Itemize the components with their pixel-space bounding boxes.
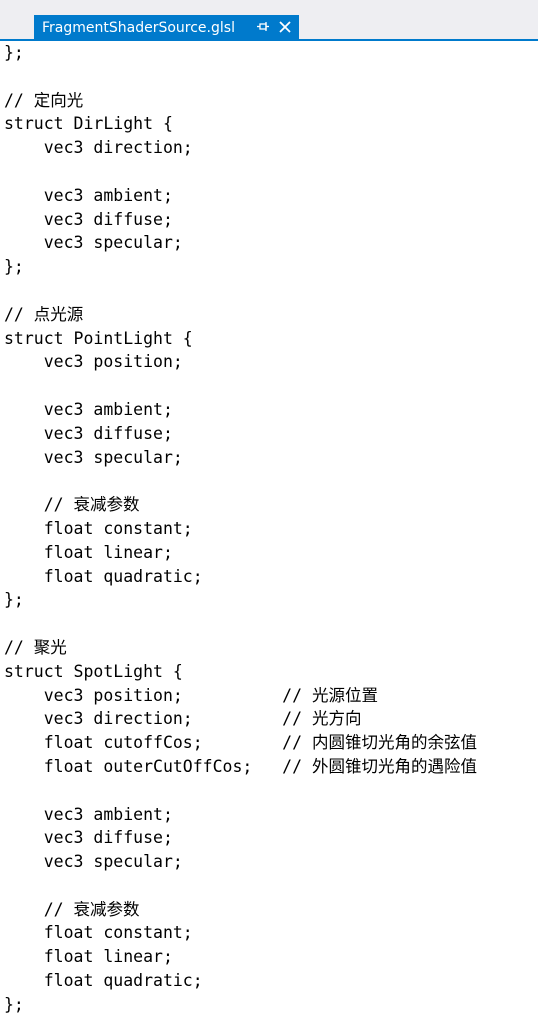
code-line: vec3 position; // 光源位置 xyxy=(4,685,378,705)
code-line: vec3 diffuse; xyxy=(4,209,173,229)
code-line: float quadratic; xyxy=(4,566,203,586)
code-line: float cutoffCos; // 内圆锥切光角的余弦值 xyxy=(4,733,477,753)
code-line: struct DirLight { xyxy=(4,114,173,134)
code-line: vec3 ambient; xyxy=(4,804,173,824)
code-line: vec3 direction; // 光方向 xyxy=(4,709,362,729)
code-line: // 聚光 xyxy=(4,637,67,657)
code-line: struct SpotLight { xyxy=(4,661,183,681)
code-line: float linear; xyxy=(4,542,173,562)
code-line: vec3 specular; xyxy=(4,852,183,872)
tab-title: FragmentShaderSource.glsl xyxy=(42,19,235,36)
code-line: float quadratic; xyxy=(4,971,203,991)
code-line: float constant; xyxy=(4,923,193,943)
code-line: float linear; xyxy=(4,947,173,967)
code-line: vec3 position; xyxy=(4,352,183,372)
code-line: vec3 specular; xyxy=(4,233,183,253)
code-line: // 点光源 xyxy=(4,304,84,324)
pin-icon[interactable] xyxy=(256,19,270,35)
code-line: }; xyxy=(4,257,24,277)
document-tab[interactable]: FragmentShaderSource.glsl xyxy=(34,15,299,40)
code-line: // 衰减参数 xyxy=(4,495,140,515)
code-line: // 衰减参数 xyxy=(4,899,140,919)
document-tab-strip: FragmentShaderSource.glsl xyxy=(0,0,538,41)
code-line: }; xyxy=(4,43,24,62)
code-line: }; xyxy=(4,994,24,1014)
code-line: // 定向光 xyxy=(4,90,84,110)
code-line: vec3 diffuse; xyxy=(4,828,173,848)
code-line: vec3 direction; xyxy=(4,138,193,158)
code-line: float constant; xyxy=(4,518,193,538)
code-editor[interactable]: }; // 定向光 struct DirLight { vec3 direction… xyxy=(0,41,538,1023)
code-line: vec3 ambient; xyxy=(4,185,173,205)
code-line: }; xyxy=(4,590,24,610)
code-line: struct PointLight { xyxy=(4,328,193,348)
code-line: vec3 ambient; xyxy=(4,399,173,419)
close-icon[interactable] xyxy=(277,19,293,35)
code-lines: }; // 定向光 struct DirLight { vec3 direction… xyxy=(4,41,477,1017)
code-line: float outerCutOffCos; // 外圆锥切光角的遇险值 xyxy=(4,756,477,776)
editor-window: FragmentShaderSource.glsl }; // 定向光 struct… xyxy=(0,0,538,1023)
code-line: vec3 specular; xyxy=(4,447,183,467)
code-line: vec3 diffuse; xyxy=(4,423,173,443)
